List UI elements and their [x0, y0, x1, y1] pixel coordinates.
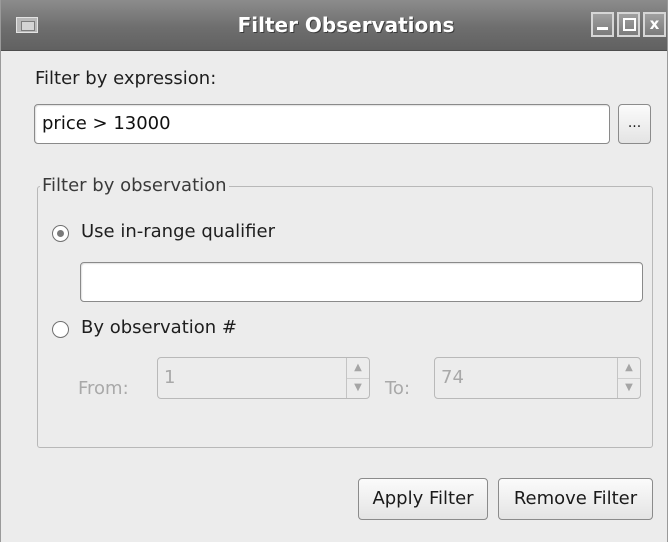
- maximize-button[interactable]: [617, 12, 640, 37]
- remove-filter-button[interactable]: Remove Filter: [498, 478, 653, 520]
- to-label: To:: [385, 378, 411, 399]
- spin-up-icon[interactable]: ▲: [347, 358, 369, 379]
- in-range-input[interactable]: [80, 262, 643, 302]
- radio-selected-dot: [57, 230, 64, 237]
- from-label: From:: [78, 378, 129, 399]
- minimize-button[interactable]: [591, 12, 614, 37]
- to-value: 74: [441, 367, 464, 388]
- expression-input[interactable]: price > 13000: [34, 104, 610, 144]
- spin-down-icon[interactable]: ▼: [618, 378, 640, 398]
- minimize-icon: [597, 27, 608, 30]
- spin-up-icon[interactable]: ▲: [618, 358, 640, 379]
- close-icon: x: [649, 15, 660, 33]
- apply-filter-button[interactable]: Apply Filter: [358, 478, 488, 520]
- maximize-icon: [623, 18, 636, 31]
- title-bar[interactable]: Filter Observations x: [1, 0, 667, 51]
- from-spin-buttons: ▲ ▼: [346, 358, 369, 398]
- from-spinbox[interactable]: 1 ▲ ▼: [157, 357, 370, 399]
- to-spin-buttons: ▲ ▼: [617, 358, 640, 398]
- expression-builder-button[interactable]: ...: [618, 104, 651, 144]
- spin-down-icon[interactable]: ▼: [347, 378, 369, 398]
- in-range-label[interactable]: Use in-range qualifier: [81, 221, 275, 242]
- window-title: Filter Observations: [237, 13, 455, 37]
- to-spinbox[interactable]: 74 ▲ ▼: [434, 357, 641, 399]
- filter-observations-dialog: Filter Observations x Filter by expressi…: [0, 0, 668, 542]
- app-icon[interactable]: [16, 17, 38, 33]
- from-value: 1: [164, 367, 176, 388]
- group-legend: Filter by observation: [40, 175, 229, 196]
- in-range-radio[interactable]: [52, 225, 69, 242]
- close-button[interactable]: x: [643, 12, 666, 37]
- by-observation-radio[interactable]: [52, 321, 69, 338]
- expression-label: Filter by expression:: [35, 68, 217, 89]
- by-observation-label[interactable]: By observation #: [81, 317, 237, 338]
